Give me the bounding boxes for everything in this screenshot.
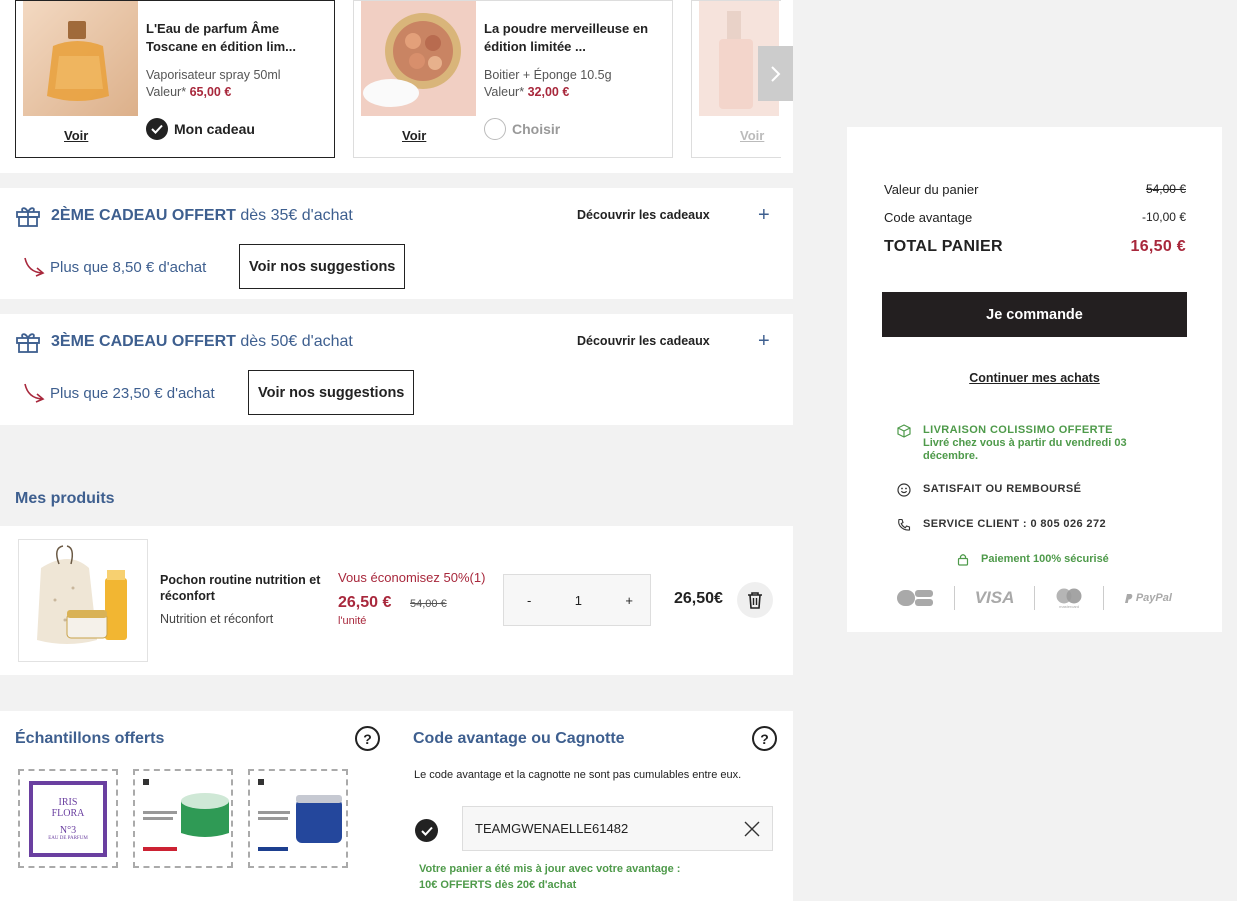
gift-card-eau-de-parfum[interactable]: L'Eau de parfum Âme Toscane en édition l…	[15, 0, 335, 158]
product-unit: l'unité	[338, 615, 367, 627]
smiley-icon	[897, 483, 911, 497]
gift-title: La poudre merveilleuse en édition limité…	[484, 21, 649, 54]
mastercard-icon: mastercard	[1054, 588, 1084, 609]
tier-title: 3ÈME CADEAU OFFERT dès 50€ d'achat	[15, 330, 353, 354]
visa-card-icon: VISA	[974, 588, 1015, 607]
product-total: 26,50€	[674, 590, 723, 607]
curved-arrow-icon	[24, 257, 45, 277]
tier-title: 2ÈME CADEAU OFFERT dès 35€ d'achat	[15, 204, 353, 228]
samples-and-code: Échantillons offerts ? IRIS FLORA N°3 EA…	[0, 711, 793, 901]
gift-view-link[interactable]: Voir	[64, 128, 88, 143]
gift-icon	[16, 333, 40, 353]
remove-item-button[interactable]	[737, 582, 773, 618]
check-icon	[415, 819, 438, 842]
payment-methods: VISA mastercard PayPal	[897, 586, 1172, 610]
total-row: TOTAL PANIER 16,50 €	[884, 238, 1186, 255]
discover-gifts-link[interactable]: Découvrir les cadeaux	[577, 208, 710, 222]
basket-value-row: Valeur du panier 54,00 €	[884, 182, 1186, 197]
tier-remaining: Plus que 23,50 € d'achat	[22, 382, 215, 404]
customer-service-info: SERVICE CLIENT : 0 805 026 272	[897, 518, 1106, 532]
samples-help-icon[interactable]: ?	[355, 726, 380, 751]
box-icon	[897, 424, 911, 438]
gift-title: L'Eau de parfum Âme Toscane en édition l…	[146, 21, 297, 54]
phone-icon	[898, 518, 911, 531]
gift-detail: Vaporisateur spray 50ml	[146, 68, 281, 82]
code-note: Le code avantage et la cagnotte ne sont …	[414, 769, 742, 781]
qty-decrease-button[interactable]: -	[527, 593, 531, 608]
cb-card-icon	[897, 589, 935, 607]
product-savings: Vous économisez 50%(1)	[338, 570, 486, 585]
qty-increase-button[interactable]: +	[625, 593, 633, 608]
secure-payment-info: Paiement 100% sécurisé	[957, 553, 1109, 566]
continue-shopping-link[interactable]: Continuer mes achats	[847, 371, 1222, 385]
gift-tier-2: 2ÈME CADEAU OFFERT dès 35€ d'achat Décou…	[0, 188, 793, 299]
product-image	[18, 539, 148, 662]
see-suggestions-button[interactable]: Voir nos suggestions	[239, 244, 406, 289]
trash-icon	[748, 592, 762, 609]
gift-select-radio[interactable]: Mon cadeau	[146, 118, 255, 140]
order-summary: Valeur du panier 54,00 € Code avantage -…	[847, 127, 1222, 632]
samples-title: Échantillons offerts	[15, 730, 165, 747]
code-success-message: Votre panier a été mis à jour avec votre…	[419, 863, 681, 891]
promo-code-input[interactable]: TEAMGWENAELLE61482	[462, 806, 773, 851]
shipping-info: LIVRAISON COLISSIMO OFFERTE Livré chez v…	[897, 424, 1153, 463]
curved-arrow-icon	[24, 383, 45, 403]
gift-carousel: L'Eau de parfum Âme Toscane en édition l…	[0, 0, 793, 173]
carousel-next-button[interactable]	[758, 46, 793, 101]
gift-icon	[16, 207, 40, 227]
sample-iris-flora[interactable]: IRIS FLORA N°3 EAU DE PARFUM	[18, 769, 118, 868]
gift-value: Valeur* 32,00 €	[484, 85, 570, 99]
product-subtitle: Nutrition et réconfort	[160, 612, 274, 626]
product-name: Pochon routine nutrition et réconfort	[160, 573, 321, 603]
qty-value[interactable]: 1	[575, 593, 582, 608]
see-suggestions-button[interactable]: Voir nos suggestions	[248, 370, 415, 415]
lock-icon	[957, 554, 969, 566]
product-old-price: 54,00 €	[410, 598, 447, 610]
cart-item: Pochon routine nutrition et réconfort Nu…	[0, 526, 793, 675]
code-title: Code avantage ou Cagnotte	[413, 730, 625, 747]
gift-detail: Boitier + Éponge 10.5g	[484, 68, 612, 82]
products-title: Mes produits	[15, 490, 115, 507]
gift-image-perfume	[23, 1, 138, 116]
gift-value: Valeur* 65,00 €	[146, 85, 232, 99]
product-price: 26,50 €	[338, 594, 392, 611]
order-button[interactable]: Je commande	[882, 292, 1187, 337]
tier-remaining: Plus que 8,50 € d'achat	[22, 256, 206, 278]
plus-icon[interactable]: +	[758, 331, 770, 351]
chevron-right-icon	[770, 65, 780, 82]
discover-gifts-link[interactable]: Découvrir les cadeaux	[577, 334, 710, 348]
satisfied-info: SATISFAIT OU REMBOURSÉ	[897, 483, 1081, 497]
plus-icon[interactable]: +	[758, 205, 770, 225]
sample-green-cream[interactable]	[133, 769, 233, 868]
code-help-icon[interactable]: ?	[752, 726, 777, 751]
quantity-stepper: - 1 +	[503, 574, 651, 626]
gift-view-link[interactable]: Voir	[740, 128, 764, 143]
paypal-icon: PayPal	[1124, 592, 1172, 604]
gift-image-powder	[361, 1, 476, 116]
clear-code-icon[interactable]	[744, 821, 760, 837]
code-discount-row: Code avantage -10,00 €	[884, 210, 1186, 225]
sample-blue-serum[interactable]	[248, 769, 348, 868]
gift-view-link[interactable]: Voir	[402, 128, 426, 143]
gift-select-radio[interactable]: Choisir	[484, 118, 560, 140]
gift-tier-3: 3ÈME CADEAU OFFERT dès 50€ d'achat Décou…	[0, 314, 793, 425]
check-icon	[146, 118, 168, 140]
gift-card-poudre[interactable]: La poudre merveilleuse en édition limité…	[353, 0, 673, 158]
